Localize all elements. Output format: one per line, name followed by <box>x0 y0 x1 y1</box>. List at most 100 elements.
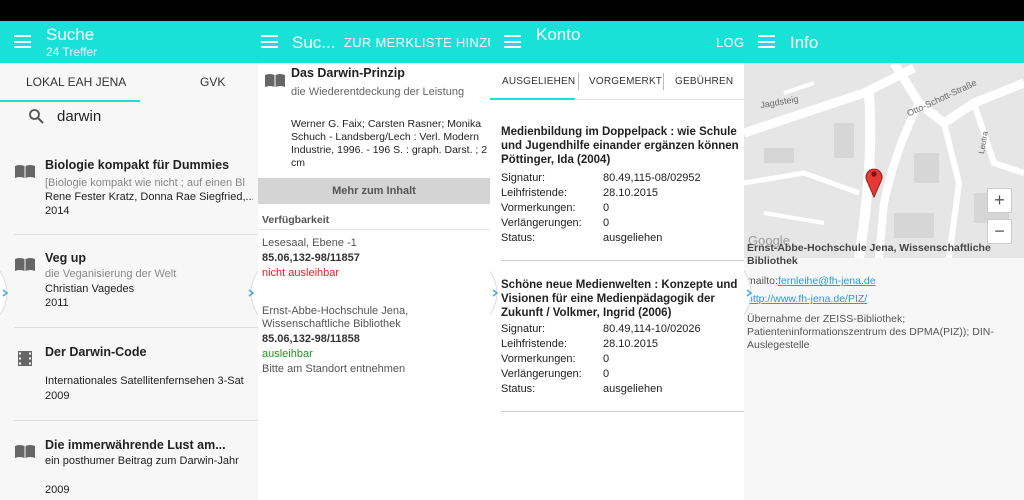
swipe-handle-left[interactable] <box>744 271 760 315</box>
search-tabs: LOKAL EAH JENA GVK <box>0 63 258 102</box>
menu-icon[interactable] <box>261 35 278 48</box>
result-year: 2014 <box>45 205 70 217</box>
search-input[interactable]: darwin <box>57 108 101 125</box>
app-bar: Info <box>744 21 1024 63</box>
app-bar: Suche 24 Treffer <box>0 21 258 63</box>
screen-title: Info <box>790 33 819 52</box>
holding-status: ausleihbar <box>262 348 313 360</box>
account-screen: Konto LOGO AUSGELIEHEN VORGEMERKT GEBÜHR… <box>490 21 744 500</box>
result-subtitle: die Veganisierung der Welt <box>45 268 177 280</box>
holding-signature: 85.06,132-98/11857 <box>262 252 360 264</box>
info-note: Übernahme der ZEISS-Bibliothek; <box>747 313 906 325</box>
info-note: Patienteninformationszentrum des DPMA(PI… <box>747 326 994 338</box>
search-icon <box>29 109 44 124</box>
result-year: 2009 <box>45 390 70 402</box>
loan-signature-row: Signatur: 80.49,115-08/02952 <box>501 172 701 184</box>
loan-status-row: Status: ausgeliehen <box>501 383 663 395</box>
menu-icon[interactable] <box>504 35 521 48</box>
loan-title: Zukunft / Volkmer, Ingrid (2006) <box>501 307 672 319</box>
screen-title: Konto <box>536 25 581 44</box>
info-screen: Info Jagdsteig Otto-Schott-Straße Leutra… <box>744 21 1024 500</box>
detail-line: Werner G. Faix; Carsten Rasner; Monika <box>291 118 482 130</box>
detail-line: cm <box>291 157 305 169</box>
book-icon <box>15 445 35 458</box>
website-link[interactable]: http://www.fh-jena.de/PIZ/ <box>747 293 867 305</box>
tab-fees[interactable]: GEBÜHREN <box>675 76 733 87</box>
book-icon <box>15 165 35 178</box>
location-map[interactable]: Jagdsteig Otto-Schott-Straße Leutra Goog… <box>744 63 1024 258</box>
divider <box>14 327 258 328</box>
tab-borrowed[interactable]: AUSGELIEHEN <box>502 76 575 87</box>
swipe-handle-left[interactable] <box>490 271 506 315</box>
result-title: Der Darwin-Code <box>45 345 147 359</box>
loan-reservations-row: Vormerkungen: 0 <box>501 202 610 214</box>
result-year: 2011 <box>45 297 69 309</box>
loan-title: Pöttinger, Ida (2004) <box>501 154 611 166</box>
loan-signature-row: Signatur: 80.49,114-10/02026 <box>501 323 701 335</box>
app-bar: Suc... ZUR MERKLISTE HINZUFÜ <box>258 21 490 63</box>
book-subtitle: die Wiederentdeckung der Leistung <box>291 86 465 98</box>
tab-indicator <box>490 98 575 100</box>
result-title: Veg up <box>45 251 86 265</box>
menu-icon[interactable] <box>14 35 31 48</box>
book-icon <box>15 258 35 271</box>
divider <box>14 234 258 235</box>
search-field[interactable]: darwin <box>28 107 243 129</box>
result-subtitle: [Biologie kompakt wie nicht ; auf einen … <box>45 177 245 189</box>
add-to-watchlist-button[interactable]: ZUR MERKLISTE HINZUFÜ <box>344 35 490 50</box>
zoom-in-button[interactable]: + <box>987 188 1012 213</box>
loan-title: und Jugendhilfe einander ergänzen können <box>501 140 739 152</box>
loan-reservations-row: Vormerkungen: 0 <box>501 353 610 365</box>
loan-item[interactable]: Schöne neue Medienwelten : Konzepte und … <box>501 278 744 395</box>
result-count: 24 Treffer <box>46 45 98 59</box>
result-title: Biologie kompakt für Dummies <box>45 158 230 172</box>
swipe-handle-left[interactable] <box>0 271 16 315</box>
loan-due-row: Leihfristende: 28.10.2015 <box>501 187 659 199</box>
book-icon <box>265 74 285 87</box>
zoom-out-button[interactable]: − <box>987 219 1012 244</box>
holding-note: Bitte am Standort entnehmen <box>262 363 406 375</box>
logout-button[interactable]: LOGO <box>716 35 744 50</box>
detail-screen: Suc... ZUR MERKLISTE HINZUFÜ Das Darwin-… <box>258 21 490 500</box>
tab-lokal[interactable]: LOKAL EAH JENA <box>26 75 126 89</box>
holding-signature: 85.06,132-98/11858 <box>262 333 360 345</box>
tab-gvk[interactable]: GVK <box>200 75 225 89</box>
result-author: Rene Fester Kratz, Donna Rae Siegfried,.… <box>45 191 253 203</box>
search-screen: Suche 24 Treffer LOKAL EAH JENA GVK darw… <box>0 21 258 500</box>
map-canvas <box>744 63 1024 258</box>
holding-location: Lesesaal, Ebene -1 <box>262 237 357 249</box>
loan-item[interactable]: Medienbildung im Doppelpack : wie Schule… <box>501 125 744 244</box>
library-name: Ernst-Abbe-Hochschule Jena, Wissenschaft… <box>747 242 991 254</box>
loan-title: Schöne neue Medienwelten : Konzepte und <box>501 279 738 291</box>
email-row: mailto:fernleihe@fh-jena.de <box>747 275 876 287</box>
detail-line: Schuch - Landsberg/Lech : Verl. Modern <box>291 131 479 143</box>
result-author: Christian Vagedes <box>45 283 135 295</box>
loan-title: Medienbildung im Doppelpack : wie Schule <box>501 126 737 138</box>
divider <box>501 260 744 261</box>
tab-separator <box>663 73 664 90</box>
loan-title: Visionen für eine Medienpädagogik der <box>501 293 715 305</box>
result-subtitle: ein posthumer Beitrag zum Darwin-Jahr <box>45 455 239 467</box>
loan-renewals-row: Verlängerungen: 0 <box>501 217 610 229</box>
divider <box>14 420 258 421</box>
status-bar <box>0 0 1024 21</box>
holding-status: nicht ausleihbar <box>262 267 340 279</box>
detail-line: Industrie, 1996. - 196 S. : graph. Darst… <box>291 144 488 156</box>
availability-header: Verfügbarkeit <box>262 214 330 226</box>
library-name: Bibliothek <box>747 255 798 267</box>
loan-status-row: Status: ausgeliehen <box>501 232 663 244</box>
result-author: Internationales Satellitenfernsehen 3-Sa… <box>45 375 244 387</box>
tab-separator <box>578 73 579 90</box>
divider <box>501 411 744 412</box>
email-link[interactable]: fernleihe@fh-jena.de <box>778 275 876 287</box>
divider <box>258 229 490 230</box>
menu-icon[interactable] <box>758 35 775 48</box>
result-title: Die immerwährende Lust am... <box>45 438 226 452</box>
swipe-handle-right[interactable] <box>242 271 258 315</box>
book-title: Das Darwin-Prinzip <box>291 66 405 80</box>
account-tabs: AUSGELIEHEN VORGEMERKT GEBÜHREN <box>490 63 744 100</box>
screen-title: Suche <box>46 25 95 44</box>
screen-title: Suc... <box>292 33 336 52</box>
tab-reserved[interactable]: VORGEMERKT <box>589 76 662 87</box>
more-content-button[interactable]: Mehr zum Inhalt <box>258 178 490 204</box>
